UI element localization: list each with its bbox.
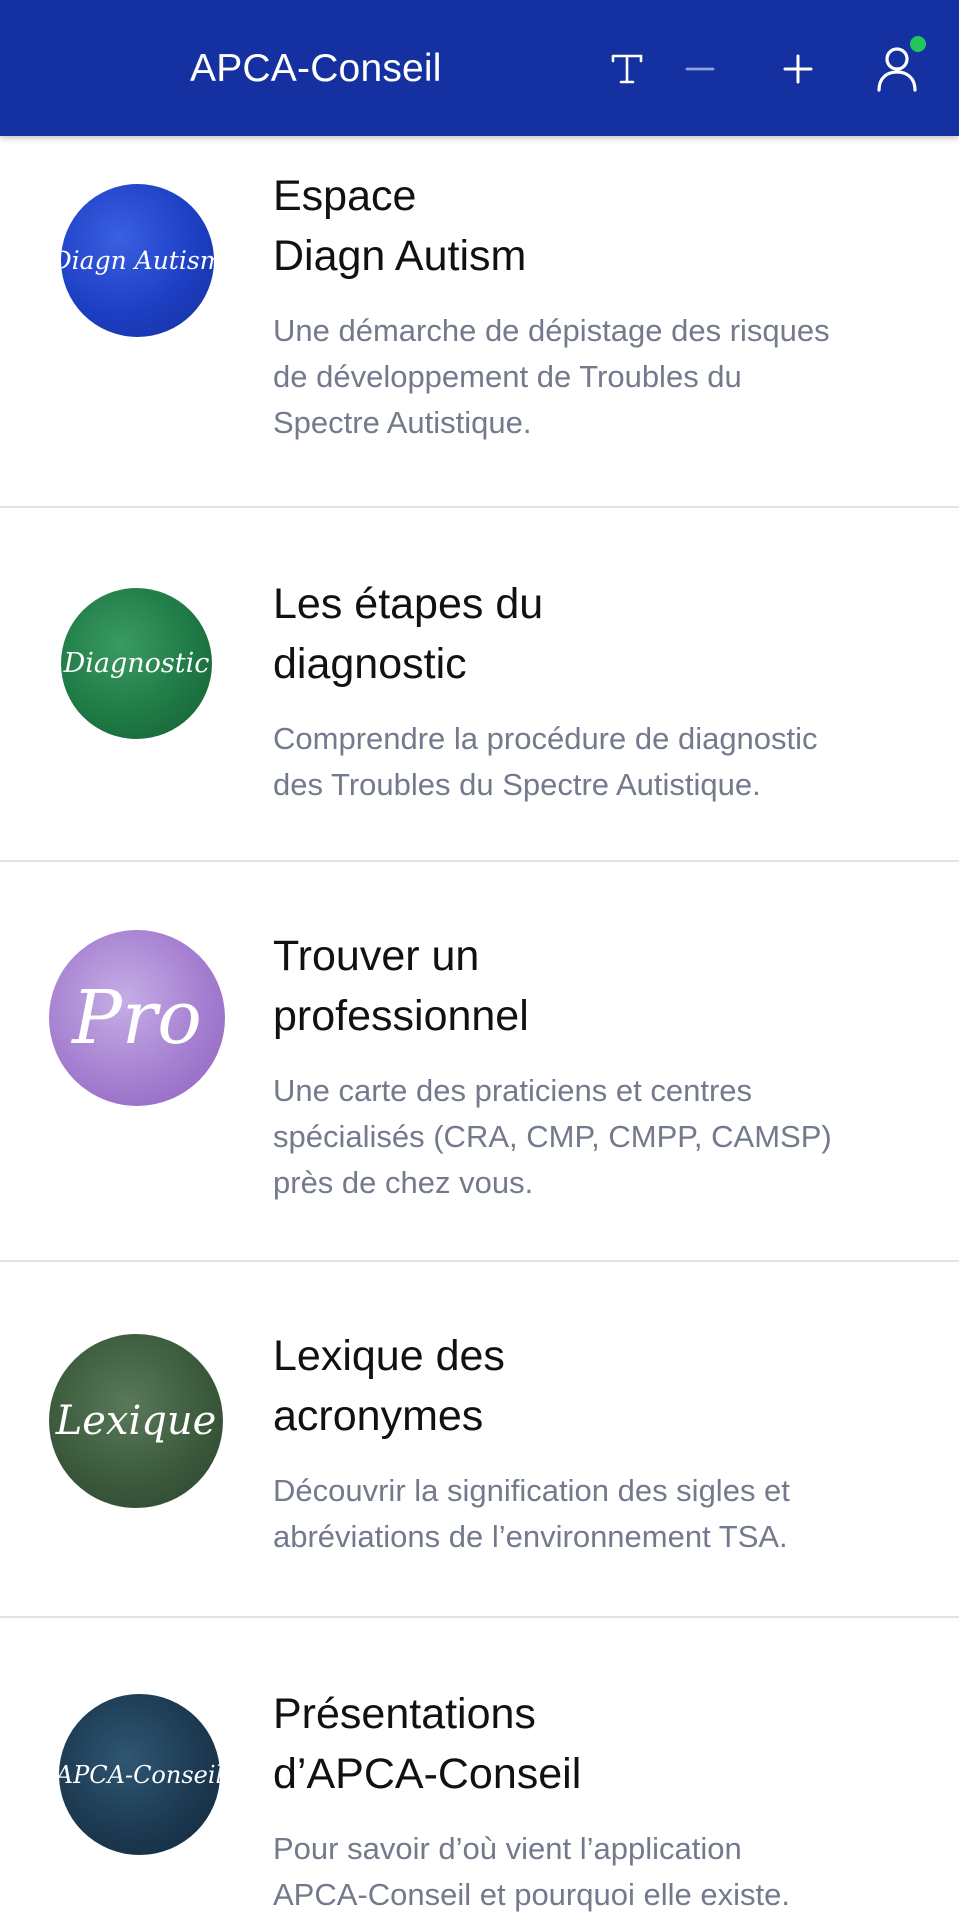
pro-thumbnail: Pro [49,930,225,1106]
item-description: Une carte des praticiens et centres spéc… [273,1073,832,1200]
item-title: Trouver un professionnel [273,932,529,1040]
list-item-diagn-autism[interactable]: Diagn Autism Espace Diagn Autism Une dém… [0,136,959,508]
increase-text-button[interactable] [765,36,831,102]
text-size-icon [610,52,644,86]
app-title: APCA-Conseil [190,47,442,90]
minus-icon [685,54,715,84]
item-title: Lexique des acronymes [273,1332,505,1440]
apca-conseil-thumbnail: APCA-Conseil [59,1694,220,1855]
list-item-diagnostic[interactable]: Diagnostic Les étapes du diagnostic Comp… [0,508,959,862]
item-description: Une démarche de dépistage des risques de… [273,313,830,440]
list-item-trouver-professionnel[interactable]: Pro Trouver un professionnel Une carte d… [0,862,959,1262]
menu-list: Diagn Autism Espace Diagn Autism Une dém… [0,136,959,1920]
item-title: Présentations d’APCA-Conseil [273,1690,582,1798]
item-title: Les étapes du diagnostic [273,580,544,688]
list-item-lexique[interactable]: Lexique Lexique des acronymes Découvrir … [0,1262,959,1618]
plus-icon [783,54,813,84]
item-title: Espace Diagn Autism [273,172,527,280]
account-button[interactable] [864,36,930,102]
top-bar: APCA-Conseil [0,0,959,136]
diagn-autism-thumbnail: Diagn Autism [61,184,214,337]
app-screen: APCA-Conseil iagn Autis Espace Diagn Aut… [0,0,959,1920]
decrease-text-button[interactable] [667,36,733,102]
text-size-button[interactable] [594,36,660,102]
diagnostic-thumbnail: Diagnostic [61,588,212,739]
item-description: Découvrir la signification des sigles et… [273,1473,790,1554]
user-icon [876,46,918,92]
item-description: Comprendre la procédure de diagnostic de… [273,721,818,802]
list-item-presentations[interactable]: APCA-Conseil Présentations d’APCA-Consei… [0,1618,959,1920]
item-description: Pour savoir d’où vient l’application APC… [273,1831,790,1912]
online-status-badge [910,36,926,52]
lexique-thumbnail: Lexique [49,1334,223,1508]
